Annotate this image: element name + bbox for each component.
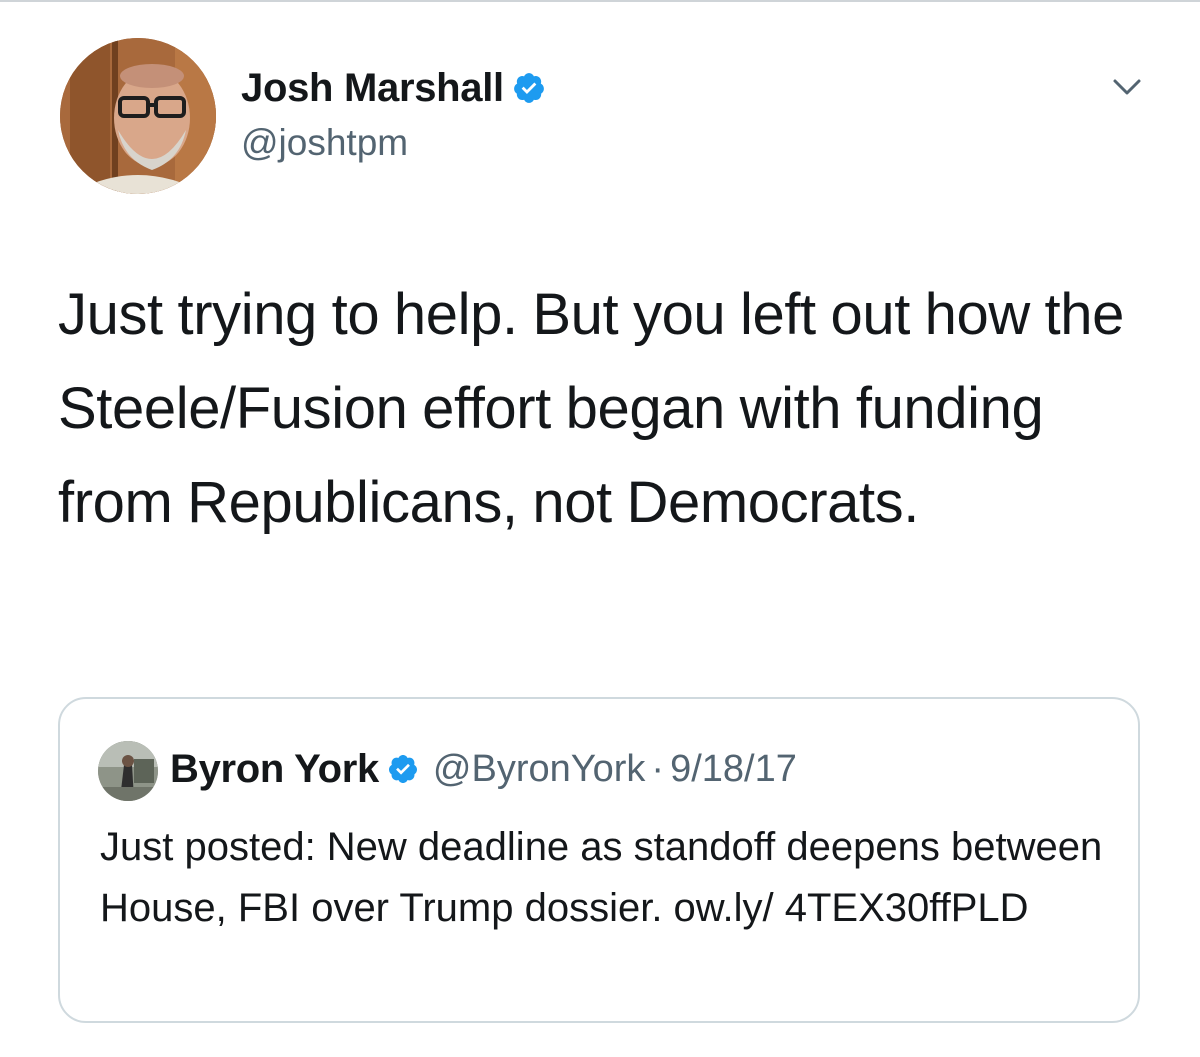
quoted-author-handle[interactable]: @ByronYork	[433, 748, 646, 791]
quoted-author-display-name[interactable]: Byron York	[170, 747, 379, 792]
chevron-down-icon[interactable]	[1109, 72, 1145, 102]
author-handle[interactable]: @joshtpm	[241, 122, 408, 164]
author-display-name[interactable]: Josh Marshall	[241, 66, 504, 111]
quoted-author-avatar[interactable]	[98, 741, 158, 801]
quoted-tweet-text: Just posted: New deadline as standoff de…	[100, 825, 1103, 930]
verified-badge-icon	[387, 753, 419, 785]
author-name-row[interactable]: Josh Marshall	[241, 58, 546, 118]
quoted-tweet-card[interactable]: Byron York @ByronYork · 9/18/17 Just pos…	[58, 697, 1140, 1023]
verified-badge-icon	[512, 71, 546, 105]
author-avatar[interactable]	[60, 38, 216, 194]
tweet-text: Just trying to help. But you left out ho…	[58, 282, 1124, 535]
quoted-tweet-header: Byron York @ByronYork · 9/18/17	[170, 739, 797, 799]
top-divider	[0, 0, 1200, 2]
header-separator: ·	[651, 747, 665, 790]
quoted-tweet-date[interactable]: 9/18/17	[670, 748, 797, 791]
